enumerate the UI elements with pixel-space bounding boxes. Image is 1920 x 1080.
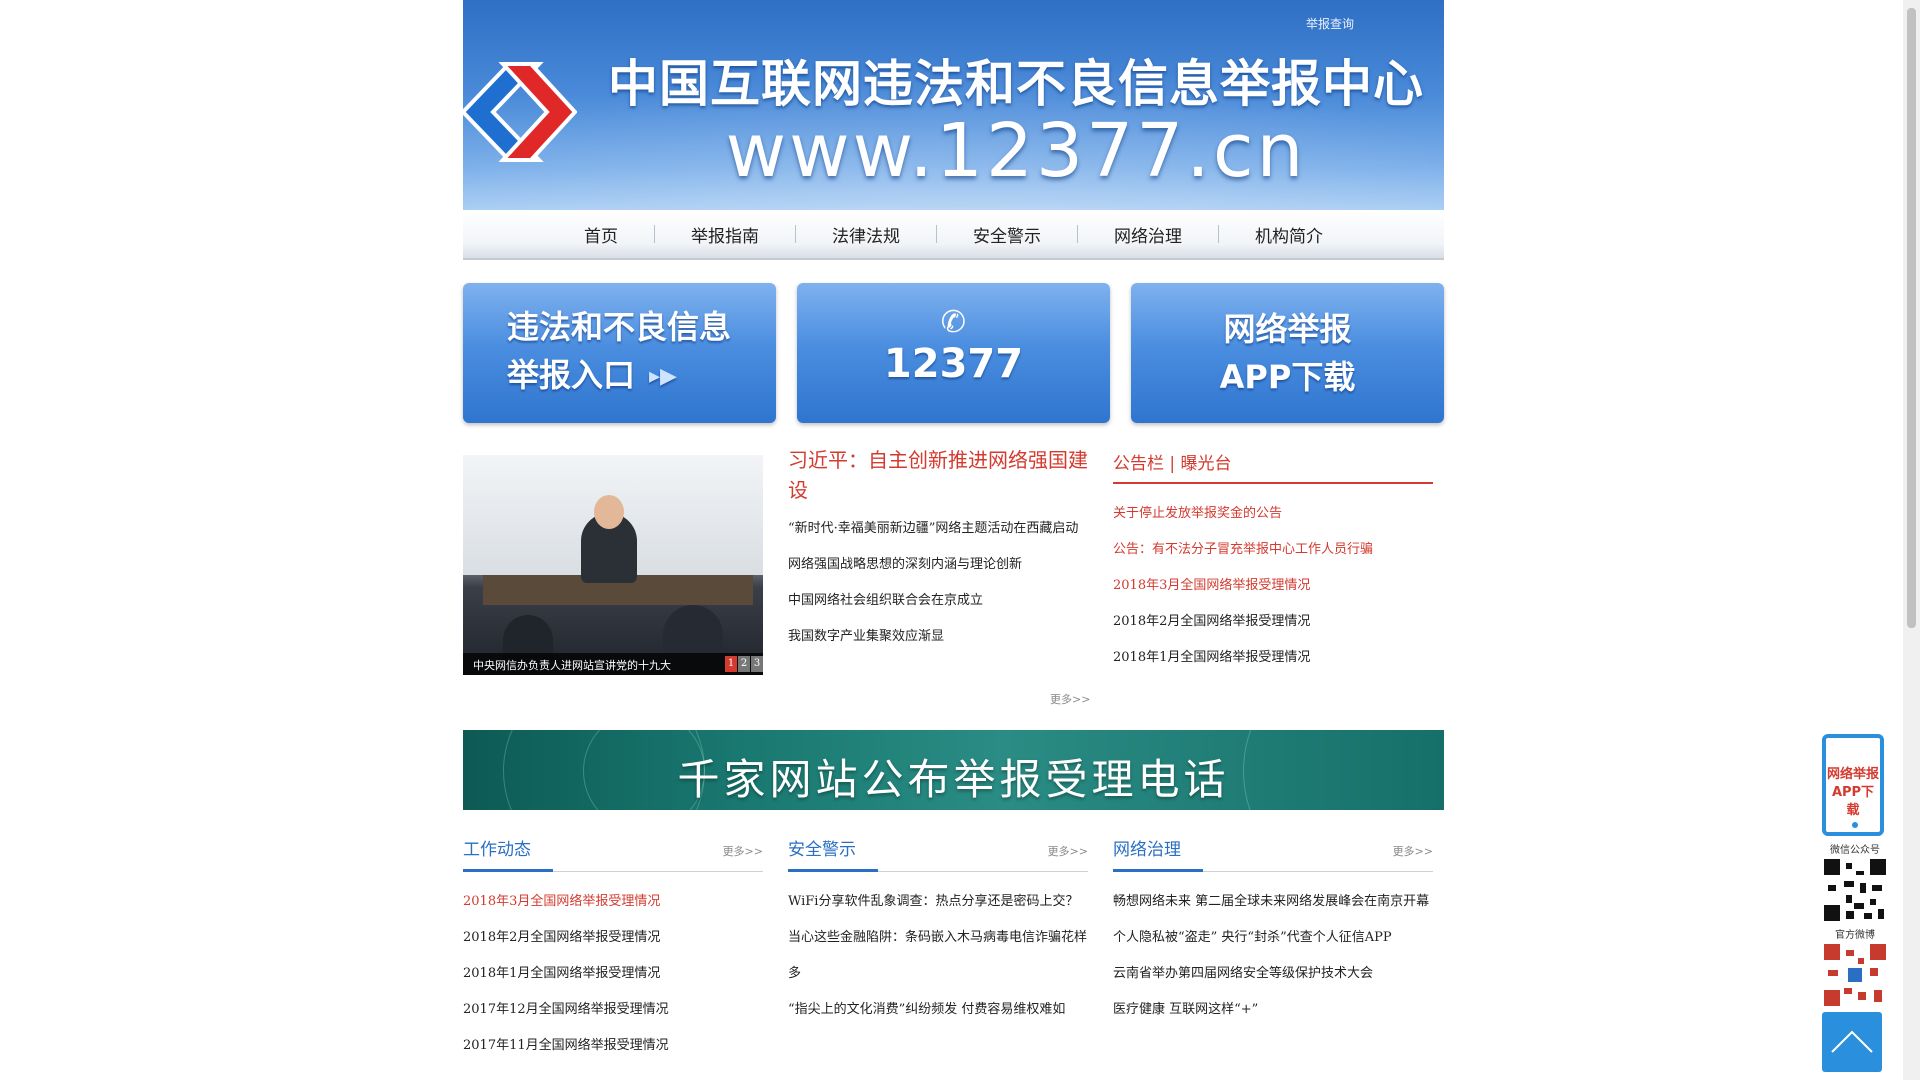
- list-item[interactable]: 2017年11月全国网络举报受理情况: [463, 1028, 763, 1064]
- list-item[interactable]: “指尖上的文化消费”纠纷频发 付费容易维权难如: [788, 992, 1088, 1028]
- hotline-promo-banner[interactable]: 千家网站公布举报受理电话: [463, 730, 1444, 810]
- headline-list: “新时代·幸福美丽新边疆”网络主题活动在西藏启动 网络强国战略思想的深刻内涵与理…: [788, 511, 1088, 655]
- column-more-link[interactable]: 更多>>: [723, 843, 763, 859]
- headline-more-link[interactable]: 更多>>: [1050, 691, 1090, 707]
- column-more-link[interactable]: 更多>>: [1048, 843, 1088, 859]
- report-entry-text: 违法和不良信息 举报入口 ▸▶: [507, 303, 731, 401]
- wechat-label: 微信公众号: [1830, 845, 1880, 856]
- floating-sidebar: 网络举报 APP下载 微信公众号 官方微博: [1822, 734, 1888, 1072]
- nav-report-guide[interactable]: 举报指南: [655, 222, 795, 247]
- app-download-line1: 网络举报: [1223, 310, 1352, 348]
- list-item[interactable]: WiFi分享软件乱象调查：热点分享还是密码上交？: [788, 884, 1088, 920]
- list-item[interactable]: 2018年2月全国网络举报受理情况: [463, 920, 763, 956]
- site-url: www.12377.cn: [725, 108, 1307, 194]
- slide-photo-speaker-head: [594, 495, 624, 529]
- weibo-label: 官方微博: [1835, 930, 1875, 941]
- back-to-top-button[interactable]: [1822, 1012, 1882, 1072]
- report-entry-line2-row: 举报入口 ▸▶: [507, 351, 731, 401]
- nav-security-alerts[interactable]: 安全警示: [937, 222, 1077, 247]
- bulletin-list: 关于停止发放举报奖金的公告 公告：有不法分子冒充举报中心工作人员行骗 2018年…: [1113, 496, 1433, 676]
- bulletin-title[interactable]: 公告栏 | 曝光台: [1113, 446, 1433, 484]
- column-list: WiFi分享软件乱象调查：热点分享还是密码上交？ 当心这些金融陷阱：条码嵌入木马…: [788, 884, 1088, 1028]
- hotline-tile[interactable]: ✆ 12377: [797, 283, 1110, 423]
- phone-icon: ✆: [940, 305, 967, 340]
- list-item[interactable]: 畅想网络未来 第二届全球未来网络发展峰会在南京开幕: [1113, 884, 1433, 920]
- sidebar-app-line2: APP下载: [1831, 785, 1875, 818]
- list-item[interactable]: 医疗健康 互联网这样“+”: [1113, 992, 1433, 1028]
- list-item[interactable]: 云南省举办第四届网络安全等级保护技术大会: [1113, 956, 1433, 992]
- column-header: 网络治理 更多>>: [1113, 835, 1433, 872]
- security-alerts-column: 安全警示 更多>> WiFi分享软件乱象调查：热点分享还是密码上交？ 当心这些金…: [788, 835, 1088, 1028]
- column-list: 2018年3月全国网络举报受理情况 2018年2月全国网络举报受理情况 2018…: [463, 884, 763, 1064]
- list-item[interactable]: 2018年3月全国网络举报受理情况: [463, 884, 763, 920]
- network-governance-column: 网络治理 更多>> 畅想网络未来 第二届全球未来网络发展峰会在南京开幕 个人隐私…: [1113, 835, 1433, 1028]
- headline-item[interactable]: 网络强国战略思想的深刻内涵与理论创新: [788, 547, 1088, 583]
- report-entry-line2: 举报入口: [507, 356, 636, 394]
- double-arrow-icon: ▸▶: [649, 364, 677, 389]
- slide-page-3[interactable]: 3: [751, 656, 763, 672]
- wechat-qr-code[interactable]: [1824, 859, 1886, 921]
- scrollbar-thumb[interactable]: [1907, 8, 1916, 628]
- nav-network-governance[interactable]: 网络治理: [1078, 222, 1218, 247]
- hotline-number: 12377: [883, 341, 1024, 387]
- headline-item[interactable]: 中国网络社会组织联合会在京成立: [788, 583, 1088, 619]
- bulletin-item[interactable]: 关于停止发放举报奖金的公告: [1113, 496, 1433, 532]
- weibo-qr-code[interactable]: [1824, 944, 1886, 1006]
- column-header: 安全警示 更多>>: [788, 835, 1088, 872]
- sidebar-app-line1: 网络举报: [1826, 767, 1879, 782]
- site-banner: 举报查询 中国互联网违法和不良信息举报中心 www.12377.cn: [463, 0, 1444, 210]
- report-entry-tile[interactable]: 违法和不良信息 举报入口 ▸▶: [463, 283, 776, 423]
- report-query-link[interactable]: 举报查询: [1306, 15, 1354, 32]
- column-header: 工作动态 更多>>: [463, 835, 763, 872]
- phone-screen: 网络举报 APP下载: [1826, 750, 1880, 818]
- report-entry-line1: 违法和不良信息: [507, 308, 732, 346]
- nav-home[interactable]: 首页: [548, 222, 654, 247]
- headline-title[interactable]: 习近平：自主创新推进网络强国建设: [788, 445, 1088, 505]
- phone-button-icon: [1852, 822, 1858, 828]
- site-title: 中国互联网违法和不良信息举报中心: [608, 55, 1424, 113]
- headline-item[interactable]: 我国数字产业集聚效应渐显: [788, 619, 1088, 655]
- slide-page-1[interactable]: 1: [725, 656, 737, 672]
- work-news-column: 工作动态 更多>> 2018年3月全国网络举报受理情况 2018年2月全国网络举…: [463, 835, 763, 1064]
- vertical-scrollbar[interactable]: [1903, 0, 1920, 1080]
- bulletin-item[interactable]: 公告：有不法分子冒充举报中心工作人员行骗: [1113, 532, 1433, 568]
- bulletin-item[interactable]: 2018年1月全国网络举报受理情况: [1113, 640, 1433, 676]
- slide-caption-bar: 中央网信办负责人进网站宣讲党的十九大 1 2 3: [463, 653, 763, 675]
- app-download-line2: APP下载: [1219, 358, 1356, 396]
- nav-about[interactable]: 机构简介: [1219, 222, 1359, 247]
- list-item[interactable]: 2017年12月全国网络举报受理情况: [463, 992, 763, 1028]
- slide-page-2[interactable]: 2: [738, 656, 750, 672]
- promo-banner-text: 千家网站公布举报受理电话: [677, 755, 1230, 804]
- chevron-up-icon: [1831, 1030, 1873, 1053]
- list-item[interactable]: 当心这些金融陷阱：条码嵌入木马病毒电信诈骗花样多: [788, 920, 1088, 992]
- main-nav: 首页 举报指南 法律法规 安全警示 网络治理 机构简介: [463, 210, 1444, 260]
- sidebar-app-download[interactable]: 网络举报 APP下载: [1822, 734, 1884, 836]
- column-title[interactable]: 工作动态: [463, 835, 553, 872]
- list-item[interactable]: 2018年1月全国网络举报受理情况: [463, 956, 763, 992]
- app-download-tile[interactable]: 网络举报 APP下载: [1131, 283, 1444, 423]
- column-title[interactable]: 网络治理: [1113, 835, 1203, 872]
- bulletin-board: 公告栏 | 曝光台 关于停止发放举报奖金的公告 公告：有不法分子冒充举报中心工作…: [1113, 446, 1433, 676]
- slide-pager: 1 2 3: [724, 656, 763, 672]
- column-list: 畅想网络未来 第二届全球未来网络发展峰会在南京开幕 个人隐私被“盗走” 央行“封…: [1113, 884, 1433, 1028]
- headline-item[interactable]: “新时代·幸福美丽新边疆”网络主题活动在西藏启动: [788, 511, 1088, 547]
- news-slideshow[interactable]: 中央网信办负责人进网站宣讲党的十九大 1 2 3: [463, 455, 763, 675]
- list-item[interactable]: 个人隐私被“盗走” 央行“封杀”代查个人征信APP: [1113, 920, 1433, 956]
- slide-caption[interactable]: 中央网信办负责人进网站宣讲党的十九大: [473, 657, 671, 673]
- column-more-link[interactable]: 更多>>: [1393, 843, 1433, 859]
- column-title[interactable]: 安全警示: [788, 835, 878, 872]
- nav-laws[interactable]: 法律法规: [796, 222, 936, 247]
- headline-news: 习近平：自主创新推进网络强国建设 “新时代·幸福美丽新边疆”网络主题活动在西藏启…: [788, 445, 1088, 655]
- bulletin-item[interactable]: 2018年2月全国网络举报受理情况: [1113, 604, 1433, 640]
- site-logo-icon[interactable]: [463, 60, 577, 164]
- bulletin-item[interactable]: 2018年3月全国网络举报受理情况: [1113, 568, 1433, 604]
- app-download-text: 网络举报 APP下载: [1131, 305, 1444, 401]
